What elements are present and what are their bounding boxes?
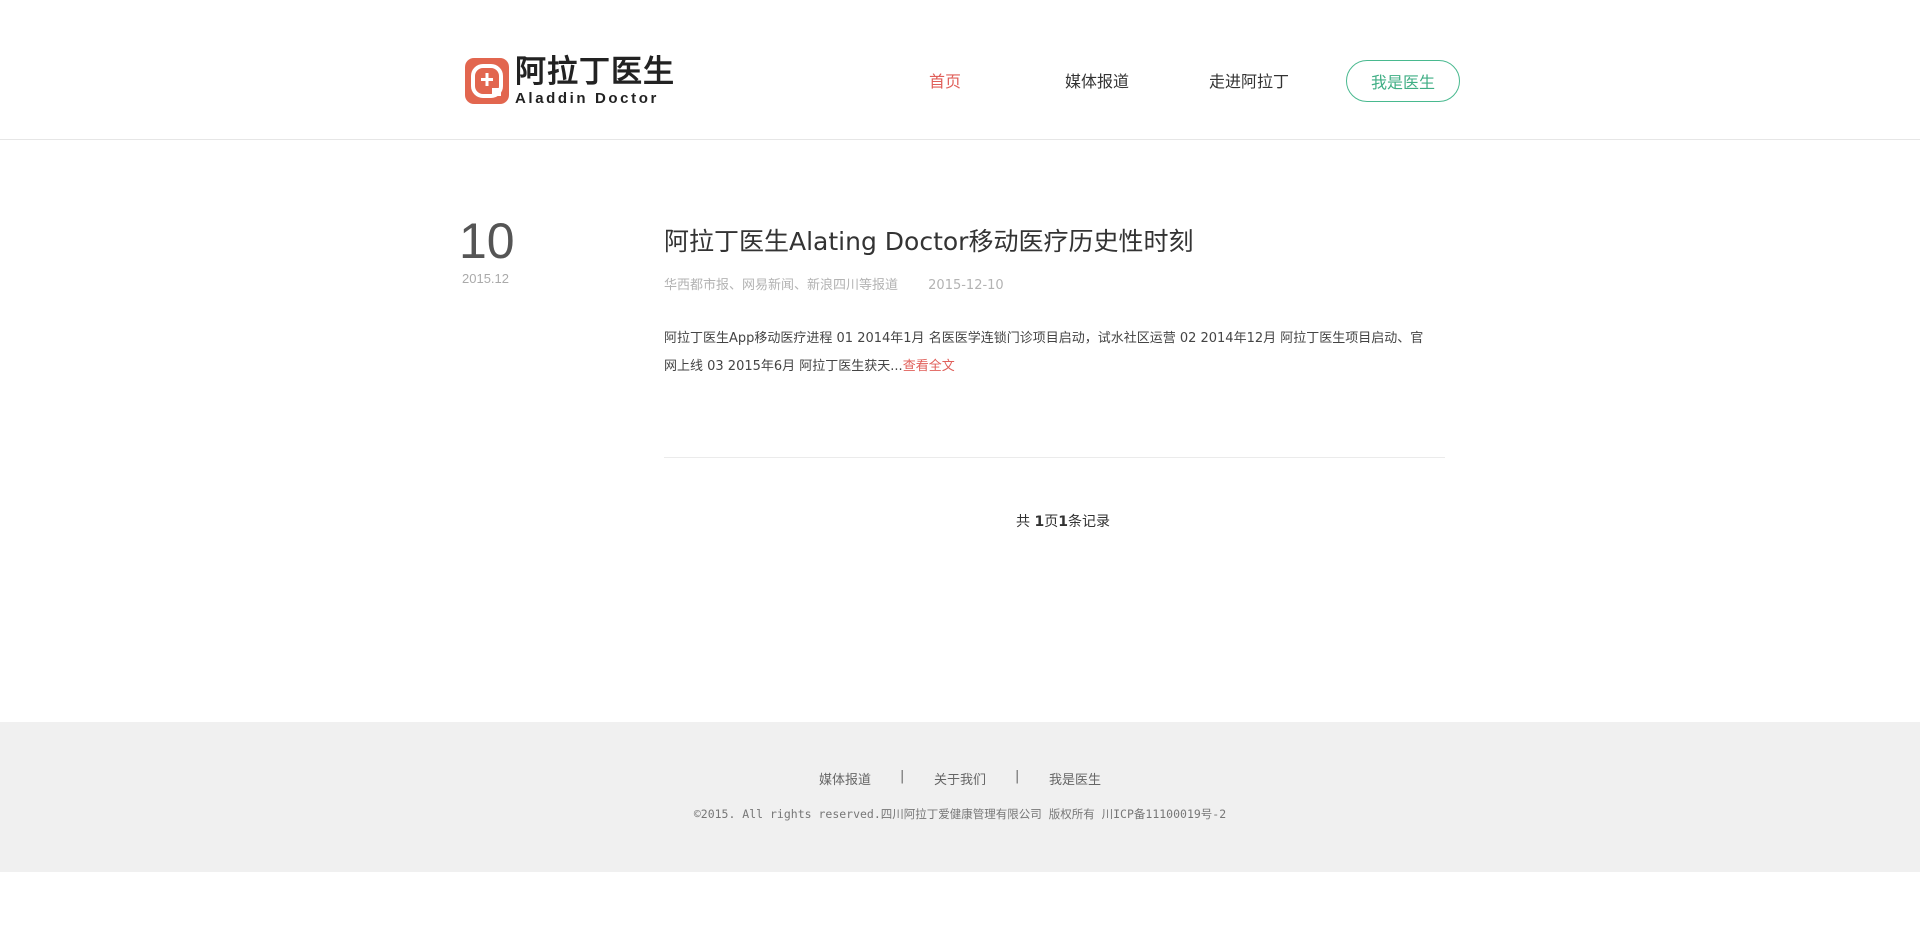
- footer-copyright: ©2015. All rights reserved.四川阿拉丁爱健康管理有限公…: [693, 807, 1227, 821]
- article-meta: 华西都市报、网易新闻、新浪四川等报道 2015-12-10: [664, 274, 1004, 293]
- article-day: 10: [459, 213, 515, 269]
- article-title[interactable]: 阿拉丁医生Alating Doctor移动医疗历史性时刻: [664, 222, 1193, 258]
- article-summary: 阿拉丁医生App移动医疗进程 01 2014年1月 名医医学连锁门诊项目启动，试…: [664, 325, 1434, 381]
- article-year-month: 2015.12: [462, 271, 509, 286]
- nav-about-aladdin[interactable]: 走进阿拉丁: [1209, 68, 1289, 92]
- article-divider: [664, 457, 1445, 458]
- footer-link-about[interactable]: 关于我们: [934, 769, 986, 788]
- logo-cross-icon: [465, 58, 509, 104]
- logo-text: 阿拉丁医生 Aladdin Doctor: [515, 53, 675, 107]
- i-am-doctor-button[interactable]: 我是医生: [1346, 60, 1460, 102]
- article-date: 2015-12-10: [928, 278, 1004, 293]
- pagination: 共 1页1条记录: [1016, 511, 1110, 531]
- logo-name-cn: 阿拉丁医生: [515, 53, 675, 90]
- nav-media-reports[interactable]: 媒体报道: [1065, 68, 1129, 92]
- footer-link-doctor[interactable]: 我是医生: [1049, 769, 1101, 788]
- footer-separator: |: [1015, 769, 1020, 784]
- logo-name-en: Aladdin Doctor: [515, 89, 659, 107]
- nav-home[interactable]: 首页: [929, 68, 961, 92]
- pagination-pages: 1: [1034, 514, 1045, 530]
- pagination-pages-unit: 页: [1044, 514, 1059, 530]
- article-sources: 华西都市报、网易新闻、新浪四川等报道: [664, 278, 899, 293]
- pagination-records-unit: 条记录: [1067, 514, 1110, 530]
- read-more-link[interactable]: 查看全文: [903, 359, 955, 374]
- site-footer: 媒体报道 | 关于我们 | 我是医生 ©2015. All rights res…: [0, 722, 1920, 872]
- site-header: 阿拉丁医生 Aladdin Doctor 首页 媒体报道 走进阿拉丁 我是医生: [0, 0, 1920, 140]
- pagination-prefix: 共: [1016, 514, 1035, 530]
- footer-link-media[interactable]: 媒体报道: [819, 769, 871, 788]
- footer-separator: |: [900, 769, 905, 784]
- footer-links: 媒体报道 | 关于我们 | 我是医生: [0, 769, 1920, 789]
- pagination-records: 1: [1058, 514, 1068, 530]
- site-logo[interactable]: 阿拉丁医生 Aladdin Doctor: [465, 53, 675, 107]
- article-summary-text: 阿拉丁医生App移动医疗进程 01 2014年1月 名医医学连锁门诊项目启动，试…: [664, 331, 1424, 374]
